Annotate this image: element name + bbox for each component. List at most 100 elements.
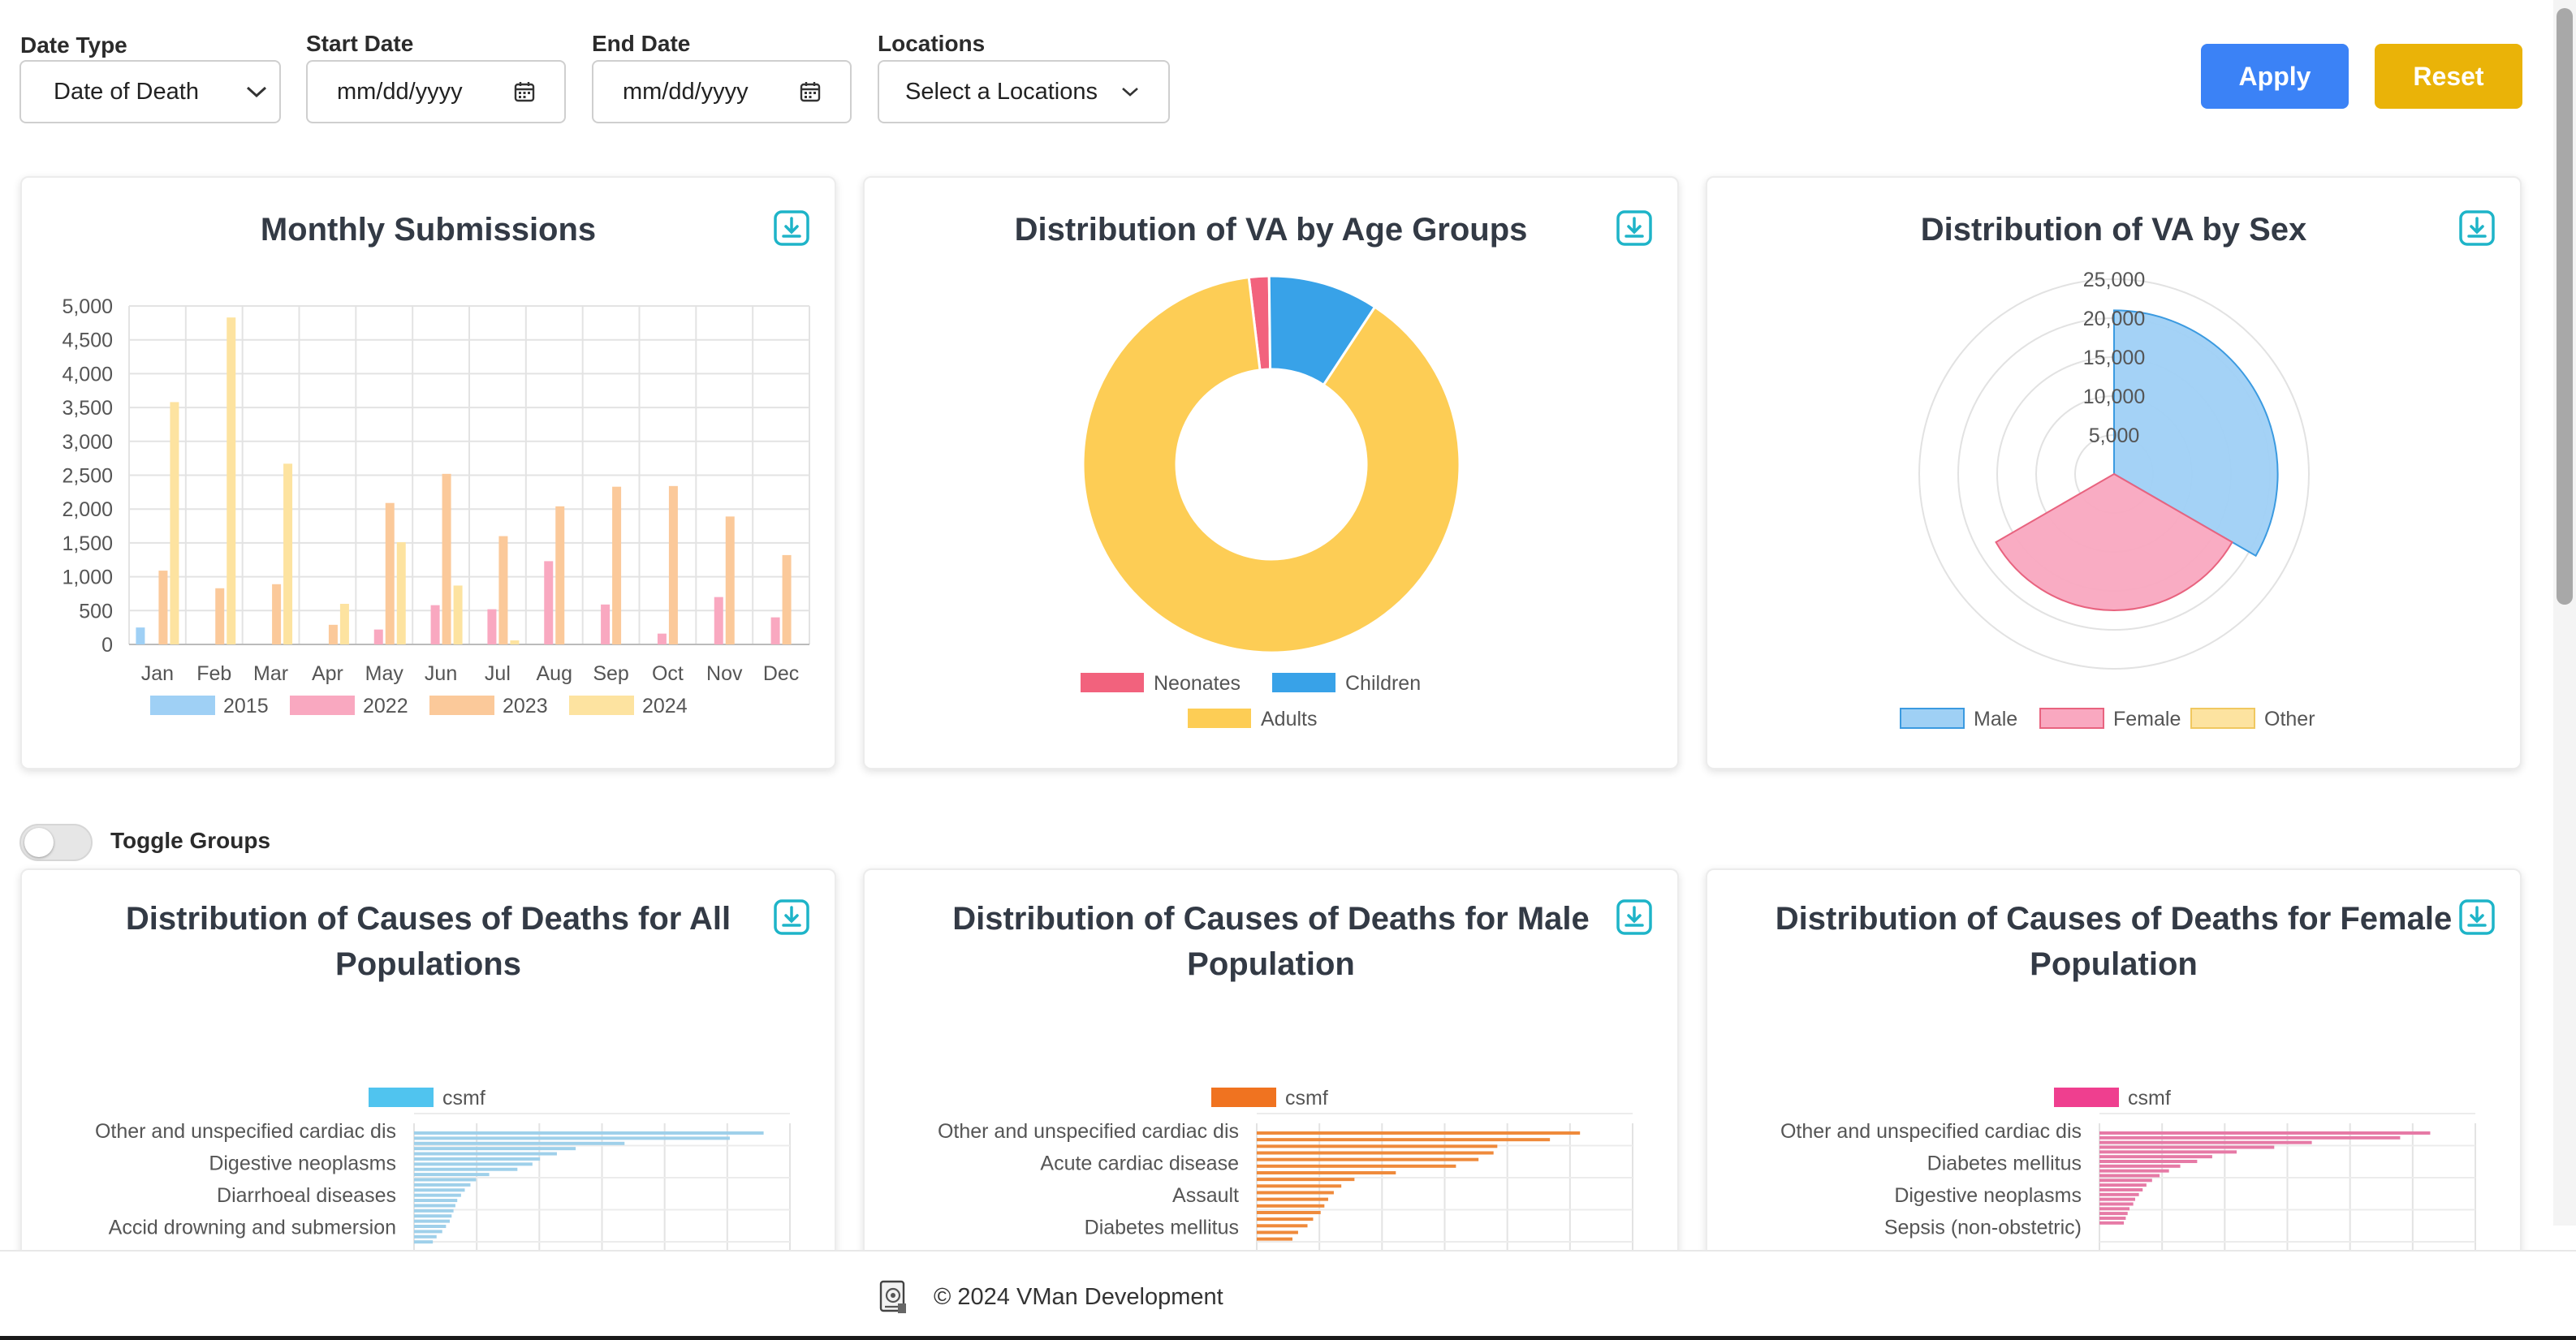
cod-male-card: Distribution of Causes of Deaths for Mal…: [863, 868, 1679, 1290]
y-tick-label: 4,500: [62, 330, 113, 352]
bar-cause: [2099, 1187, 2143, 1191]
y-tick-label: 5,000: [62, 295, 113, 318]
y-tick-label: Diarrhoeal diseases: [217, 1184, 396, 1207]
bar-cause: [1257, 1184, 1342, 1188]
legend-label: csmf: [2128, 1087, 2171, 1109]
y-tick-label: Diabetes mellitus: [1927, 1153, 2082, 1175]
x-tick-label: Mar: [253, 662, 288, 685]
y-tick-label: 3,500: [62, 397, 113, 420]
card-title-line-1: Distribution of Causes of Deaths for Mal…: [952, 901, 1590, 937]
bar-cause: [1257, 1151, 1494, 1155]
bar-cause: [1257, 1138, 1551, 1142]
calendar-icon[interactable]: [514, 81, 535, 102]
bar-cause: [414, 1209, 454, 1213]
page-scrollbar[interactable]: [2553, 0, 2576, 1226]
toggle-knob: [24, 828, 54, 857]
y-tick-label: Digestive neoplasms: [209, 1153, 396, 1175]
bar-2024-Jun: [453, 585, 463, 644]
download-icon[interactable]: [1616, 210, 1652, 246]
bar-2022-Aug: [544, 561, 554, 644]
legend-swatch-children: [1272, 673, 1335, 692]
download-icon[interactable]: [2459, 210, 2495, 246]
monthly-submissions-chart: 0 500 1,000 1,500 2,000 2,500 3,000 3,500 4,000 4…: [62, 295, 810, 717]
bar-cause: [2099, 1197, 2135, 1201]
x-tick-label: Nov: [706, 662, 743, 685]
bar-cause: [414, 1204, 455, 1208]
bar-2023-Mar: [272, 584, 282, 644]
bar-cause: [1257, 1144, 1498, 1148]
radial-tick-label: 10,000: [2083, 386, 2145, 408]
date-type-label: Date Type: [20, 32, 127, 58]
bar-cause: [414, 1147, 576, 1151]
bar-2023-Sep: [612, 486, 622, 644]
bar-cause: [2099, 1212, 2128, 1216]
locations-label: Locations: [878, 31, 986, 56]
legend-swatch-male: [1900, 708, 1965, 729]
bar-cause: [414, 1230, 442, 1234]
bar-cause: [2099, 1145, 2275, 1149]
bar-cause: [414, 1136, 730, 1140]
card-title-line-2: Population: [2030, 946, 2198, 982]
legend-swatch-csmf: [369, 1088, 434, 1107]
x-tick-label: May: [365, 662, 404, 685]
legend-label: Neonates: [1154, 672, 1241, 695]
age-groups-chart: Neonates Children Adults: [1081, 274, 1461, 730]
x-tick-label: Jan: [141, 662, 174, 685]
cod-all-card: Distribution of Causes of Deaths for All…: [20, 868, 836, 1290]
footer-copyright: © 2024 VMan Development: [934, 1284, 1223, 1310]
legend-swatch-female: [2039, 708, 2104, 729]
toggle-groups-switch[interactable]: [19, 824, 93, 861]
bar-cause: [2099, 1216, 2126, 1220]
y-tick-label: 1,000: [62, 567, 113, 589]
card-title: Monthly Submissions: [260, 212, 597, 248]
legend-label: Other: [2264, 708, 2315, 730]
bar-cause: [2099, 1155, 2212, 1159]
dashboard-page: Date Type Date of Death Start Date mm/dd…: [0, 0, 2576, 1340]
radial-tick-label: 20,000: [2083, 308, 2145, 330]
locations-dropdown[interactable]: Select a Locations: [878, 60, 1170, 123]
legend-swatch-csmf: [1211, 1088, 1276, 1107]
bar-cause: [2099, 1202, 2134, 1206]
bar-cause: [2099, 1192, 2139, 1196]
card-title-line-2: Population: [1187, 946, 1355, 982]
bar-2023-Jan: [158, 571, 168, 644]
date-type-select[interactable]: Date of Death: [19, 60, 281, 123]
download-icon[interactable]: [2459, 899, 2495, 935]
y-tick-label: Diabetes mellitus: [1085, 1217, 1239, 1239]
apply-button[interactable]: Apply: [2201, 44, 2349, 109]
bar-2024-Mar: [283, 463, 293, 644]
start-date-input[interactable]: mm/dd/yyyy: [306, 60, 566, 123]
calendar-icon[interactable]: [800, 81, 821, 102]
legend-swatch-2022: [290, 696, 355, 715]
download-icon[interactable]: [774, 210, 809, 246]
bar-cause: [414, 1173, 490, 1177]
bar-cause: [2099, 1135, 2401, 1140]
bar-cause: [414, 1183, 471, 1187]
bar-2023-Nov: [725, 516, 735, 644]
download-icon[interactable]: [774, 899, 809, 935]
bar-cause: [2099, 1183, 2147, 1187]
bar-cause: [414, 1141, 625, 1145]
y-tick-label: 2,500: [62, 465, 113, 488]
scrollbar-thumb[interactable]: [2557, 8, 2573, 605]
legend-label: csmf: [1285, 1087, 1328, 1109]
download-icon[interactable]: [1616, 899, 1652, 935]
bar-2022-Jul: [487, 609, 497, 644]
date-type-value: Date of Death: [54, 78, 199, 105]
card-title-line-2: Populations: [335, 946, 521, 982]
bar-cause: [414, 1240, 434, 1244]
legend-label: csmf: [442, 1087, 485, 1109]
reset-button[interactable]: Reset: [2375, 44, 2522, 109]
x-tick-label: Feb: [196, 662, 231, 685]
bar-2022-Oct: [657, 633, 667, 644]
vman-logo-icon: [879, 1280, 906, 1313]
end-date-input[interactable]: mm/dd/yyyy: [592, 60, 852, 123]
y-tick-label: Digestive neoplasms: [1894, 1184, 2082, 1207]
bar-2023-Aug: [555, 506, 565, 644]
bar-cause: [414, 1199, 458, 1203]
bar-cause: [1257, 1204, 1325, 1208]
cod-female-card: Distribution of Causes of Deaths for Fem…: [1706, 868, 2522, 1290]
legend-swatch-neonates: [1081, 673, 1144, 692]
bar-2024-Jul: [510, 640, 520, 644]
legend-label: Female: [2113, 708, 2181, 730]
